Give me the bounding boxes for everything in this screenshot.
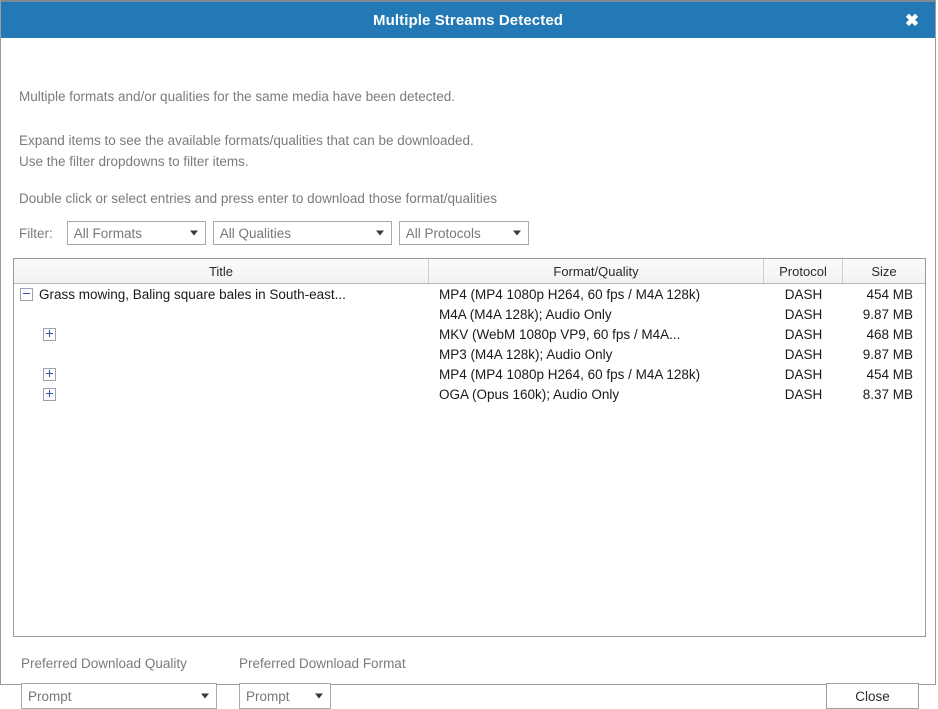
cell-protocol: DASH [784,366,823,382]
preferred-download-format-label: Preferred Download Format [239,656,406,671]
filter-formats-select[interactable]: All Formats [66,221,206,245]
intro-line-2: Expand items to see the available format… [19,133,474,148]
table-row[interactable]: M4A (M4A 128k); Audio Only DASH 9.87 MB [14,304,925,324]
cell-format-quality: MP3 (M4A 128k); Audio Only [439,346,613,362]
table-row[interactable]: MP3 (M4A 128k); Audio Only DASH 9.87 MB [14,344,925,364]
column-header-protocol[interactable]: Protocol [764,259,843,283]
cell-size: 468 MB [866,326,913,342]
table-row[interactable]: MKV (WebM 1080p VP9, 60 fps / M4A... DASH… [14,324,925,344]
cell-protocol: DASH [784,306,823,322]
cell-protocol: DASH [784,286,823,302]
intro-line-1: Multiple formats and/or qualities for th… [19,89,455,104]
filter-qualities-value: All Qualities [219,225,292,241]
streams-table-panel: Title Format/Quality Protocol Size Grass… [13,258,926,637]
cell-format-quality: M4A (M4A 128k); Audio Only [439,306,612,322]
intro-line-4: Double click or select entries and press… [19,191,498,206]
table-row[interactable]: Grass mowing, Baling square bales in Sou… [14,284,925,304]
cell-format-quality: MP4 (MP4 1080p H264, 60 fps / M4A 128k) [439,286,701,302]
cell-format-quality: OGA (Opus 160k); Audio Only [439,386,620,402]
filter-protocols-value: All Protocols [405,225,481,241]
cell-title: Grass mowing, Baling square bales in Sou… [14,287,429,302]
intro-line-3: Use the filter dropdowns to filter items… [19,154,249,169]
preferred-download-format-value: Prompt [246,688,290,704]
filter-label: Filter: [19,225,53,241]
cell-title [14,387,429,401]
cell-size: 9.87 MB [862,306,913,322]
preferred-download-quality-value: Prompt [28,688,72,704]
cell-protocol: DASH [784,346,823,362]
filter-formats-value: All Formats [73,225,143,241]
filter-protocols-select[interactable]: All Protocols [398,221,529,245]
expand-plus-icon[interactable] [43,327,56,341]
cell-format-quality: MKV (WebM 1080p VP9, 60 fps / M4A... [439,326,681,342]
row-title-text: Grass mowing, Baling square bales in Sou… [39,286,346,302]
preferred-download-quality-label: Preferred Download Quality [21,656,187,671]
table-row[interactable]: OGA (Opus 160k); Audio Only DASH 8.37 MB [14,384,925,404]
expand-plus-icon[interactable] [43,367,56,381]
multiple-streams-dialog: Multiple Streams Detected ✖ Multiple for… [0,0,936,709]
chevron-down-icon [201,693,209,699]
dialog-title: Multiple Streams Detected [372,11,564,29]
filter-row: Filter: All Formats All Qualities All Pr… [19,221,529,245]
cell-title [14,327,429,341]
cell-protocol: DASH [784,326,823,342]
cell-size: 454 MB [866,366,913,382]
close-x-icon[interactable]: ✖ [901,9,923,31]
streams-table-header: Title Format/Quality Protocol Size [14,259,925,284]
filter-qualities-select[interactable]: All Qualities [212,221,392,245]
expand-plus-icon[interactable] [43,387,56,401]
cell-size: 454 MB [866,286,913,302]
collapse-minus-icon[interactable] [20,287,33,301]
cell-protocol: DASH [784,386,823,402]
column-header-size[interactable]: Size [843,259,925,283]
cell-size: 9.87 MB [862,346,913,362]
chevron-down-icon [512,230,521,236]
column-header-title[interactable]: Title [14,259,429,283]
table-row[interactable]: MP4 (MP4 1080p H264, 60 fps / M4A 128k) D… [14,364,925,384]
dialog-titlebar: Multiple Streams Detected ✖ [1,0,935,38]
chevron-down-icon [315,693,323,699]
cell-title [14,367,429,381]
streams-table-body: Grass mowing, Baling square bales in Sou… [14,284,925,404]
chevron-down-icon [189,230,198,236]
cell-size: 8.37 MB [862,386,913,402]
cell-format-quality: MP4 (MP4 1080p H264, 60 fps / M4A 128k) [439,366,701,382]
column-header-format-quality[interactable]: Format/Quality [429,259,764,283]
chevron-down-icon [375,230,384,236]
